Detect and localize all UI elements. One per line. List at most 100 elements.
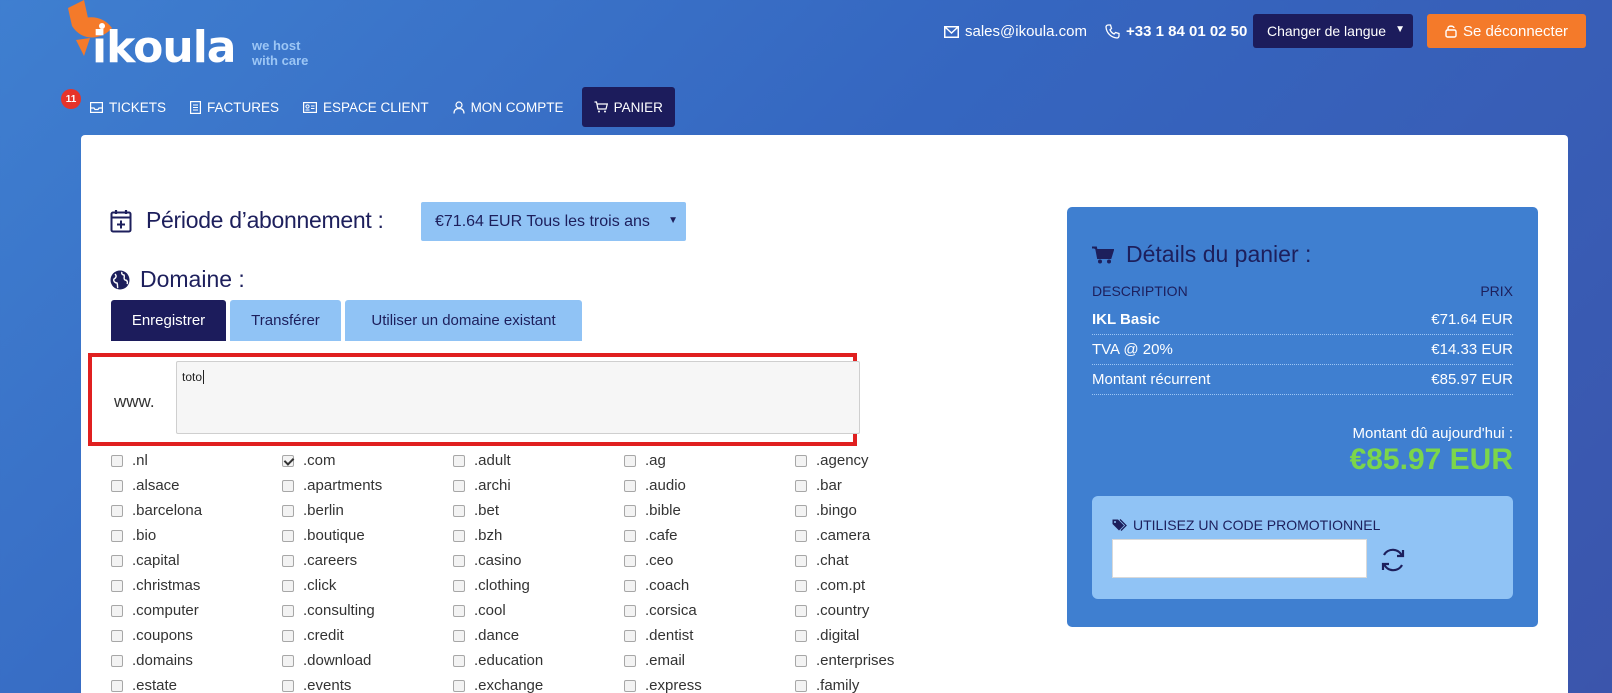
nav-tickets[interactable]: 11 TICKETS [61,87,178,127]
subscription-period-select[interactable]: €71.64 EUR Tous les trois ans ▼ [421,202,686,241]
tld-checkbox[interactable] [282,604,294,617]
tld-checkbox[interactable] [795,679,807,692]
tld-option[interactable]: .chat [795,548,966,573]
tld-checkbox[interactable] [111,679,123,692]
promo-code-input[interactable] [1112,539,1367,578]
tld-checkbox[interactable] [282,579,294,592]
tld-option[interactable]: .education [453,648,624,673]
tld-option[interactable]: .express [624,673,795,693]
tld-checkbox[interactable] [111,454,123,467]
tld-option[interactable]: .boutique [282,523,453,548]
tld-checkbox[interactable] [282,479,294,492]
tld-checkbox[interactable] [624,529,636,542]
tld-checkbox[interactable] [282,529,294,542]
tld-checkbox[interactable] [111,654,123,667]
tld-checkbox[interactable] [111,529,123,542]
tld-checkbox[interactable] [795,554,807,567]
tld-option[interactable]: .casino [453,548,624,573]
tld-option[interactable]: .ceo [624,548,795,573]
tld-checkbox[interactable] [624,679,636,692]
nav-mon-compte[interactable]: MON COMPTE [441,87,576,127]
tld-checkbox[interactable] [624,579,636,592]
tld-checkbox[interactable] [282,679,294,692]
tld-option[interactable]: .family [795,673,966,693]
tld-checkbox[interactable] [111,579,123,592]
nav-factures[interactable]: FACTURES [178,87,291,127]
tab-transfer[interactable]: Transférer [230,300,341,341]
tld-option[interactable]: .bar [795,473,966,498]
tld-checkbox[interactable] [795,504,807,517]
tld-option[interactable]: .camera [795,523,966,548]
ikoula-logo[interactable]: ikoula we host with care [62,0,322,80]
tld-checkbox[interactable] [795,629,807,642]
tld-checkbox[interactable] [282,504,294,517]
tld-option[interactable]: .adult [453,448,624,473]
tld-checkbox[interactable] [282,629,294,642]
tld-checkbox[interactable] [624,629,636,642]
tld-checkbox[interactable] [453,629,465,642]
tld-option[interactable]: .estate [111,673,282,693]
logout-button[interactable]: Se déconnecter [1427,14,1586,48]
tld-option[interactable]: .download [282,648,453,673]
tld-checkbox[interactable] [795,579,807,592]
tld-option[interactable]: .digital [795,623,966,648]
tld-option[interactable]: .country [795,598,966,623]
tld-option[interactable]: .bingo [795,498,966,523]
change-language-button[interactable]: Changer de langue ▼ [1253,14,1413,48]
tld-option[interactable]: .credit [282,623,453,648]
tld-checkbox[interactable] [453,479,465,492]
tld-option[interactable]: .coach [624,573,795,598]
domain-name-input[interactable]: toto [176,361,860,434]
tld-option[interactable]: .bzh [453,523,624,548]
tld-option[interactable]: .nl [111,448,282,473]
tld-checkbox[interactable] [111,604,123,617]
tld-option[interactable]: .com.pt [795,573,966,598]
tld-checkbox[interactable] [282,554,294,567]
tld-checkbox[interactable] [624,554,636,567]
tld-option[interactable]: .dance [453,623,624,648]
tld-checkbox[interactable] [624,454,636,467]
tld-option[interactable]: .audio [624,473,795,498]
tld-checkbox[interactable] [795,454,807,467]
tld-option[interactable]: .computer [111,598,282,623]
tld-checkbox[interactable] [624,479,636,492]
tld-option[interactable]: .agency [795,448,966,473]
tld-checkbox[interactable] [624,654,636,667]
tld-checkbox[interactable] [453,654,465,667]
refresh-icon[interactable] [1379,546,1407,574]
tld-option[interactable]: .domains [111,648,282,673]
tld-option[interactable]: .ag [624,448,795,473]
tld-option[interactable]: .events [282,673,453,693]
contact-phone[interactable]: +33 1 84 01 02 50 [1105,23,1247,40]
tld-option[interactable]: .clothing [453,573,624,598]
tld-checkbox[interactable] [795,479,807,492]
tld-checkbox[interactable] [624,604,636,617]
tld-checkbox[interactable] [795,604,807,617]
tab-existing-domain[interactable]: Utiliser un domaine existant [345,300,582,341]
tld-option[interactable]: .archi [453,473,624,498]
tld-option[interactable]: .consulting [282,598,453,623]
nav-espace-client[interactable]: ESPACE CLIENT [291,87,441,127]
tld-checkbox[interactable] [282,654,294,667]
tld-option[interactable]: .christmas [111,573,282,598]
tld-option[interactable]: .email [624,648,795,673]
tld-checkbox[interactable] [453,504,465,517]
tld-checkbox[interactable] [111,504,123,517]
tld-checkbox[interactable] [453,604,465,617]
tld-option[interactable]: .apartments [282,473,453,498]
tld-checkbox[interactable] [111,629,123,642]
tld-checkbox[interactable] [453,454,465,467]
tld-checkbox[interactable] [795,529,807,542]
tld-option[interactable]: .bet [453,498,624,523]
tld-option[interactable]: .dentist [624,623,795,648]
tld-checkbox[interactable] [453,679,465,692]
tld-option[interactable]: .click [282,573,453,598]
tld-checkbox[interactable] [111,554,123,567]
tld-checkbox[interactable] [282,454,294,467]
tld-option[interactable]: .coupons [111,623,282,648]
tld-option[interactable]: .corsica [624,598,795,623]
tld-option[interactable]: .com [282,448,453,473]
nav-panier[interactable]: PANIER [581,87,675,127]
tld-checkbox[interactable] [453,579,465,592]
tld-option[interactable]: .capital [111,548,282,573]
